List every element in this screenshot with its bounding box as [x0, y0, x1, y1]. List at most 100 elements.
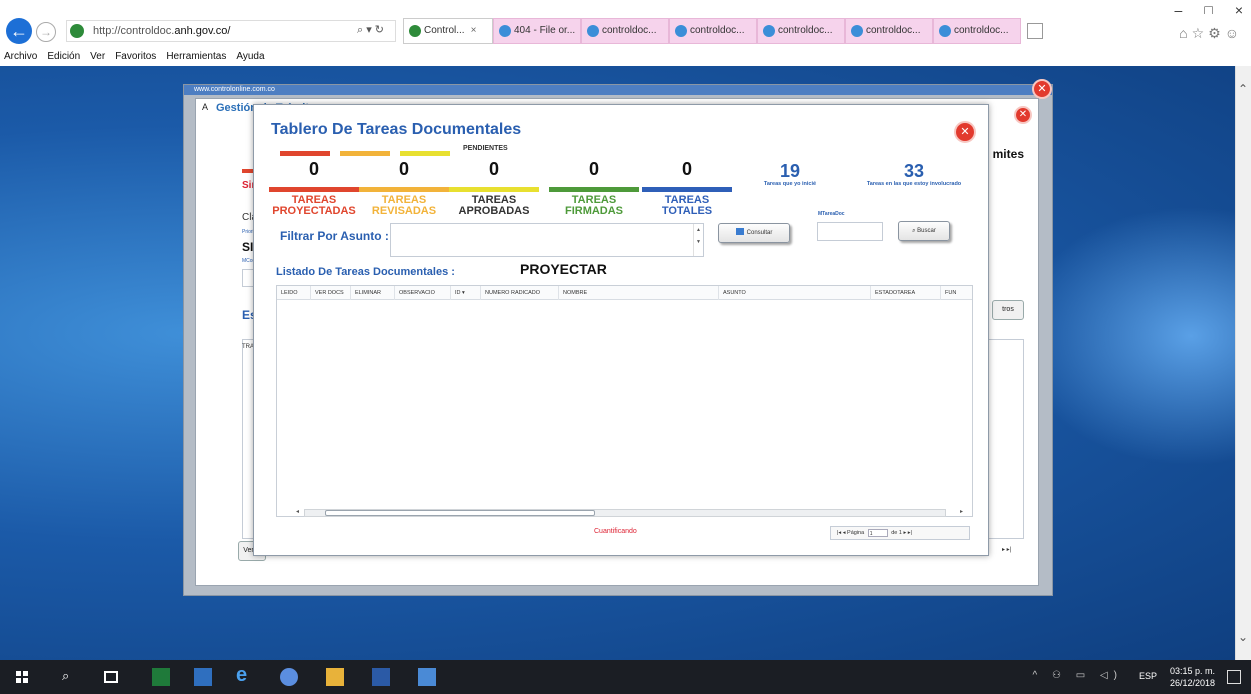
dialog-title: Tablero De Tareas Documentales: [271, 121, 522, 138]
tab-controldoc[interactable]: controldoc...: [757, 18, 845, 44]
notification-icon[interactable]: [1227, 670, 1241, 684]
tab-404[interactable]: 404 - File or...: [493, 18, 581, 44]
tab-label: controldoc...: [954, 25, 1009, 36]
of-label: de 1: [891, 530, 902, 536]
ie-icon: [499, 25, 511, 37]
gestion-close-button[interactable]: ✕: [1014, 106, 1032, 124]
filter-subject-input[interactable]: ▲ ▼: [390, 223, 704, 257]
col-fun[interactable]: FUN: [941, 286, 974, 300]
ie-icon: [763, 25, 775, 37]
legend-yellow: [400, 151, 450, 156]
counter-label: TAREAS TOTALES: [661, 194, 713, 217]
forward-button[interactable]: →: [36, 22, 56, 42]
filter-scrollbar[interactable]: ▲ ▼: [693, 224, 703, 256]
stat-initiated[interactable]: 19 Tareas que yo inicié: [750, 161, 830, 187]
menu-herramientas[interactable]: Herramientas: [166, 48, 226, 66]
grid-horizontal-scrollbar[interactable]: [304, 509, 946, 517]
col-id[interactable]: ID ▾: [451, 286, 481, 300]
tasks-grid: LEIDO VER DOCS ELIMINAR OBSERVACIO ID ▾ …: [276, 285, 973, 517]
search-icon[interactable]: ⌕: [62, 668, 80, 686]
menu-archivo[interactable]: Archivo: [4, 48, 37, 66]
outer-close-button[interactable]: ✕: [1032, 79, 1052, 99]
tab-controldoc[interactable]: controldoc...: [845, 18, 933, 44]
col-asunto[interactable]: ASUNTO: [719, 286, 871, 300]
dialog-close-button[interactable]: ✕: [954, 121, 976, 143]
ie-icon: [587, 25, 599, 37]
tab-control[interactable]: Control... ×: [403, 18, 493, 44]
counter-value: 0: [398, 159, 409, 179]
address-bar[interactable]: http://controldoc.anh.gov.co/: [66, 20, 396, 42]
scroll-down-icon[interactable]: ⌄: [1238, 630, 1248, 644]
consult-button-label: Consultar: [746, 230, 773, 236]
app-icon[interactable]: [280, 668, 298, 686]
counter-label: TAREAS REVISADAS: [371, 194, 437, 217]
windows-start-icon[interactable]: [16, 671, 28, 683]
counter-bar: [449, 187, 539, 192]
prev-page-icon[interactable]: ◂: [843, 530, 846, 536]
scroll-thumb[interactable]: [325, 510, 595, 516]
col-numero-radicado[interactable]: NUMERO RADICADO: [481, 286, 559, 300]
gestion-right-button[interactable]: tros: [992, 300, 1024, 320]
tab-label: controldoc...: [866, 25, 921, 36]
back-button[interactable]: ←: [6, 18, 32, 44]
pending-label: PENDIENTES: [463, 145, 508, 152]
col-estadotarea[interactable]: ESTADOTAREA: [871, 286, 941, 300]
menu-ver[interactable]: Ver: [90, 48, 105, 66]
page-scrollbar[interactable]: ⌃ ⌄: [1235, 66, 1251, 660]
col-leido[interactable]: LEIDO: [277, 286, 311, 300]
tab-label: 404 - File or...: [514, 25, 576, 36]
remote-desktop-icon[interactable]: [418, 668, 436, 686]
col-nombre[interactable]: NOMBRE: [559, 286, 719, 300]
menu-edicion[interactable]: Edición: [47, 48, 80, 66]
excel-icon[interactable]: [152, 668, 170, 686]
tab-controldoc[interactable]: controldoc...: [669, 18, 757, 44]
language-indicator[interactable]: ESP: [1139, 671, 1157, 681]
page-input[interactable]: 1: [867, 528, 888, 537]
task-view-icon[interactable]: [104, 671, 118, 683]
mtareadoc-label: MTareaDoc: [818, 211, 845, 217]
status-text: Cuantificando: [594, 528, 637, 535]
tab-controldoc[interactable]: controldoc...: [581, 18, 669, 44]
legend-red: [280, 151, 330, 156]
system-tray[interactable]: ^ ⚇ ▭ ◁): [1033, 670, 1123, 681]
scroll-left-icon[interactable]: ◂: [296, 508, 299, 515]
clock-date: 26/12/2018: [1169, 678, 1215, 688]
browser-toolbar-icons[interactable]: ⌂☆⚙☺: [1179, 25, 1243, 42]
internet-explorer-icon[interactable]: e: [236, 664, 254, 686]
scroll-up-icon[interactable]: ⌃: [1238, 82, 1248, 96]
new-tab-button[interactable]: [1027, 23, 1043, 39]
first-page-icon[interactable]: |◂: [837, 530, 841, 536]
stat-involved[interactable]: 33 Tareas en las que estoy involucrado: [844, 161, 984, 187]
counter-bar: [642, 187, 732, 192]
tab-controldoc[interactable]: controldoc...: [933, 18, 1021, 44]
clock-time: 03:15 p. m.: [1169, 666, 1215, 676]
word-icon[interactable]: [372, 668, 390, 686]
close-tab-icon[interactable]: ×: [471, 25, 477, 36]
gestion-pager[interactable]: ▸ ▸|: [1002, 546, 1011, 553]
outer-modal-header: www.controlonline.com.co: [184, 85, 1052, 95]
stat-label: Tareas en las que estoy involucrado: [866, 181, 962, 187]
side-letter: A: [202, 102, 209, 112]
menu-favoritos[interactable]: Favoritos: [115, 48, 156, 66]
url-prefix: http://controldoc.: [93, 25, 175, 37]
clock[interactable]: 03:15 p. m. 26/12/2018: [1170, 665, 1215, 689]
stat-value: 33: [903, 161, 925, 181]
col-ver-docs[interactable]: VER DOCS: [311, 286, 351, 300]
search-button[interactable]: ⌕ Buscar: [898, 221, 950, 241]
address-tools[interactable]: ⌕ ▾ ↻: [357, 23, 384, 37]
outlook-icon[interactable]: [194, 668, 212, 686]
file-explorer-icon[interactable]: [326, 668, 344, 686]
counter-bar: [549, 187, 639, 192]
ie-icon: [675, 25, 687, 37]
filter-label: Filtrar Por Asunto :: [280, 229, 389, 243]
next-page-icon[interactable]: ▸: [903, 530, 906, 536]
consult-button[interactable]: Consultar: [718, 223, 790, 243]
col-observacion[interactable]: OBSERVACIO: [395, 286, 451, 300]
stat-value: 19: [779, 161, 801, 181]
mtareadoc-input[interactable]: [817, 222, 883, 241]
menu-ayuda[interactable]: Ayuda: [236, 48, 264, 66]
last-page-icon[interactable]: ▸|: [908, 530, 912, 536]
menu-bar: Archivo Edición Ver Favoritos Herramient…: [0, 48, 1251, 66]
col-eliminar[interactable]: ELIMINAR: [351, 286, 395, 300]
scroll-right-icon[interactable]: ▸: [960, 508, 963, 515]
